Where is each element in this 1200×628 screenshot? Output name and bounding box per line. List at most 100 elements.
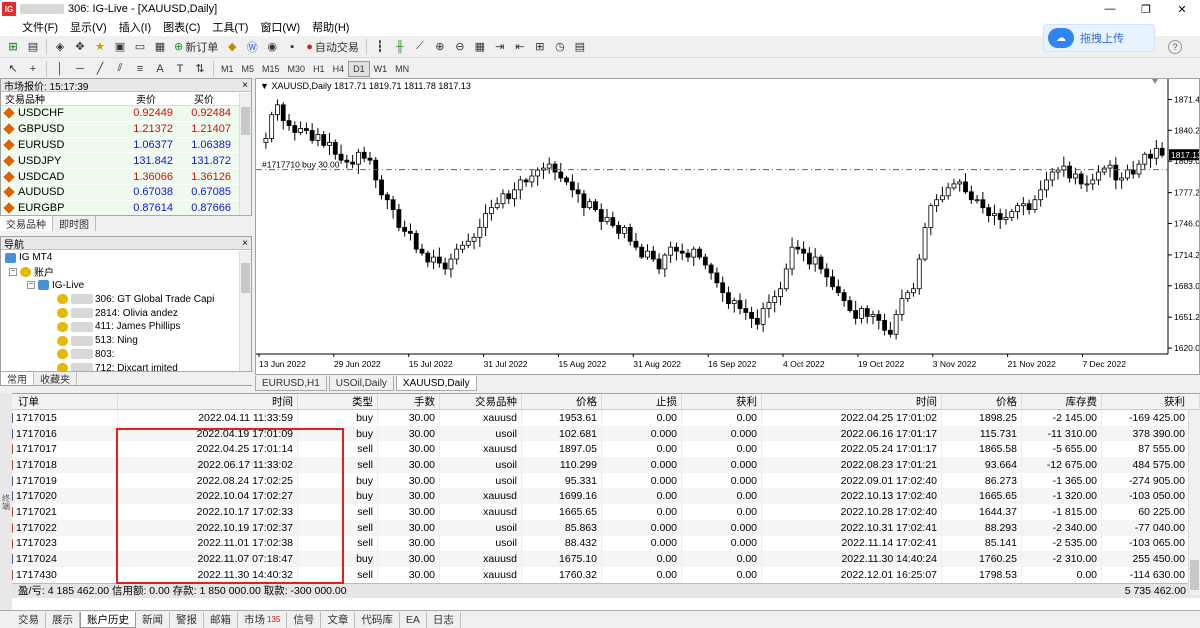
terminal-scrollbar[interactable]	[1188, 410, 1200, 595]
chart-tab-eurusd[interactable]: EURUSD,H1	[255, 376, 327, 391]
account-item[interactable]: 513: Ning	[1, 334, 251, 348]
scroll-thumb[interactable]	[241, 107, 250, 135]
chart-dropdown-icon[interactable]: ▼	[260, 81, 269, 91]
menu-help[interactable]: 帮助(H)	[306, 19, 355, 35]
text-label-icon[interactable]: T	[171, 60, 189, 78]
column-tp[interactable]: 获利	[682, 394, 762, 409]
minimize-button[interactable]: —	[1092, 0, 1128, 18]
zoom-in-icon[interactable]: ⊕	[431, 38, 449, 56]
periods-icon[interactable]: ◷	[551, 38, 569, 56]
new-chart-icon[interactable]: ⊞	[4, 38, 22, 56]
channel-icon[interactable]: ⫽	[111, 60, 129, 78]
close-button[interactable]: ✕	[1164, 0, 1200, 18]
crosshair-icon[interactable]: +	[24, 60, 42, 78]
menu-charts[interactable]: 图表(C)	[157, 19, 206, 35]
menu-file[interactable]: 文件(F)	[0, 19, 64, 35]
table-row[interactable]: 1717017 2022.04.25 17:01:14 sell 30.00 xauus…	[0, 441, 1200, 458]
trendline-icon[interactable]: ╱	[91, 60, 109, 78]
menu-view[interactable]: 显示(V)	[64, 19, 113, 35]
column-volume[interactable]: 手数	[378, 394, 440, 409]
table-row[interactable]: 1717021 2022.10.17 17:02:33 sell 30.00 xauus…	[0, 504, 1200, 520]
chart-tab-xauusd[interactable]: XAUUSD,Daily	[395, 376, 477, 391]
terminal-tab[interactable]: 信号	[287, 611, 322, 628]
scroll-thumb[interactable]	[1190, 560, 1199, 590]
market-watch-row[interactable]: USDCAD 1.36066 1.36126	[1, 169, 251, 185]
timeframe-m5[interactable]: M5	[238, 61, 259, 77]
navigator-scrollbar[interactable]	[239, 251, 251, 371]
table-row[interactable]: 1717016 2022.04.19 17:01:09 buy 30.00 usoil 1…	[0, 425, 1200, 442]
market-watch-row[interactable]: AUDUSD 0.67038 0.67085	[1, 184, 251, 201]
timeframe-w1[interactable]: W1	[370, 61, 392, 77]
collapse-icon[interactable]: −	[9, 267, 17, 276]
terminal-tab[interactable]: 警报	[170, 611, 204, 628]
tab-common[interactable]: 常用	[1, 372, 34, 386]
zoom-out-icon[interactable]: ⊖	[451, 38, 469, 56]
account-item[interactable]: 2814: Olivia andez	[1, 306, 251, 320]
terminal-tab[interactable]: 展示	[46, 611, 80, 628]
timeframe-d1[interactable]: D1	[348, 60, 370, 77]
timeframe-m1[interactable]: M1	[217, 61, 238, 77]
column-profit[interactable]: 获利	[1102, 394, 1200, 409]
column-type[interactable]: 类型	[298, 394, 378, 409]
scroll-thumb[interactable]	[241, 263, 250, 293]
fibonacci-icon[interactable]: ≡	[131, 60, 149, 78]
terminal-tab[interactable]: 代码库	[355, 611, 400, 628]
tree-root[interactable]: IG MT4	[1, 251, 251, 265]
text-icon[interactable]: A	[151, 60, 169, 78]
market-icon[interactable]: ◉	[263, 38, 281, 56]
table-row[interactable]: 1717023 2022.11.01 17:02:38 sell 30.00 usoil…	[0, 535, 1200, 552]
table-row[interactable]: 1717015 2022.04.11 11:33:59 buy 30.00 xauusd…	[0, 410, 1200, 426]
terminal-tab[interactable]: 邮箱	[204, 611, 238, 628]
timeframe-m15[interactable]: M15	[258, 61, 284, 77]
bar-chart-icon[interactable]: ┇	[371, 38, 389, 56]
upload-button[interactable]: ☁ 拖拽上传	[1043, 24, 1155, 52]
vps-icon[interactable]: ▪	[283, 38, 301, 56]
collapse-icon[interactable]: −	[27, 281, 35, 290]
market-watch-scrollbar[interactable]	[239, 93, 251, 215]
timeframe-mn[interactable]: MN	[391, 61, 413, 77]
vertical-line-icon[interactable]: │	[51, 60, 69, 78]
timeframe-m30[interactable]: M30	[284, 61, 310, 77]
market-watch-icon[interactable]: ◈	[51, 38, 69, 56]
table-row[interactable]: 1717019 2022.08.24 17:02:25 buy 30.00 usoil 9…	[0, 472, 1200, 489]
profiles-icon[interactable]: ▤	[24, 38, 42, 56]
help-icon[interactable]: ?	[1168, 40, 1182, 54]
menu-tools[interactable]: 工具(T)	[206, 19, 254, 35]
column-symbol[interactable]: 交易品种	[1, 91, 119, 106]
tab-tick-chart[interactable]: 即时图	[53, 216, 96, 231]
autoscroll-icon[interactable]: ⇥	[491, 38, 509, 56]
account-item[interactable]: 803:	[1, 348, 251, 362]
tree-server[interactable]: − IG-Live	[1, 279, 251, 293]
cursor-icon[interactable]: ↖	[4, 60, 22, 78]
column-swap[interactable]: 库存费	[1022, 394, 1102, 409]
tile-windows-icon[interactable]: ▦	[471, 38, 489, 56]
favorites-icon[interactable]: ★	[91, 38, 109, 56]
chart-window[interactable]: 1871.401840.201809.001777.201746.001714.…	[255, 78, 1200, 375]
terminal-tab[interactable]: 交易	[12, 611, 46, 628]
chart-shift-icon[interactable]: ⇤	[511, 38, 529, 56]
column-bid[interactable]: 卖价	[119, 91, 177, 106]
horizontal-line-icon[interactable]: ─	[71, 60, 89, 78]
table-row[interactable]: 1717020 2022.10.04 17:02:27 buy 30.00 xauusd…	[0, 488, 1200, 505]
terminal-tab[interactable]: EA	[400, 611, 427, 628]
column-price[interactable]: 价格	[522, 394, 602, 409]
column-symbol[interactable]: 交易品种	[440, 394, 522, 409]
metaeditor-icon[interactable]: ◆	[223, 38, 241, 56]
table-row[interactable]: 1717022 2022.10.19 17:02:37 sell 30.00 usoil…	[0, 519, 1200, 536]
line-chart-icon[interactable]: ⟋	[411, 38, 429, 56]
terminal-tab[interactable]: 新闻	[136, 611, 170, 628]
column-order[interactable]: 订单	[0, 394, 118, 409]
price-chart[interactable]: 1871.401840.201809.001777.201746.001714.…	[256, 79, 1199, 374]
terminal-tab[interactable]: 日志	[427, 611, 461, 628]
column-time[interactable]: 时间	[118, 394, 298, 409]
menu-window[interactable]: 窗口(W)	[254, 19, 306, 35]
market-watch-row[interactable]: GBPUSD 1.21372 1.21407	[1, 121, 251, 138]
column-close-time[interactable]: 时间	[762, 394, 942, 409]
tab-favorites[interactable]: 收藏夹	[34, 372, 77, 386]
account-item[interactable]: 306: GT Global Trade Capi	[1, 292, 251, 306]
close-icon[interactable]: ×	[242, 238, 251, 249]
terminal-icon[interactable]: ▭	[131, 38, 149, 56]
chart-tab-usoil[interactable]: USOil,Daily	[328, 376, 394, 391]
column-ask[interactable]: 买价	[177, 91, 235, 106]
table-row[interactable]: 1717430 2022.11.30 14:40:32 sell 30.00 xauus…	[0, 566, 1200, 583]
